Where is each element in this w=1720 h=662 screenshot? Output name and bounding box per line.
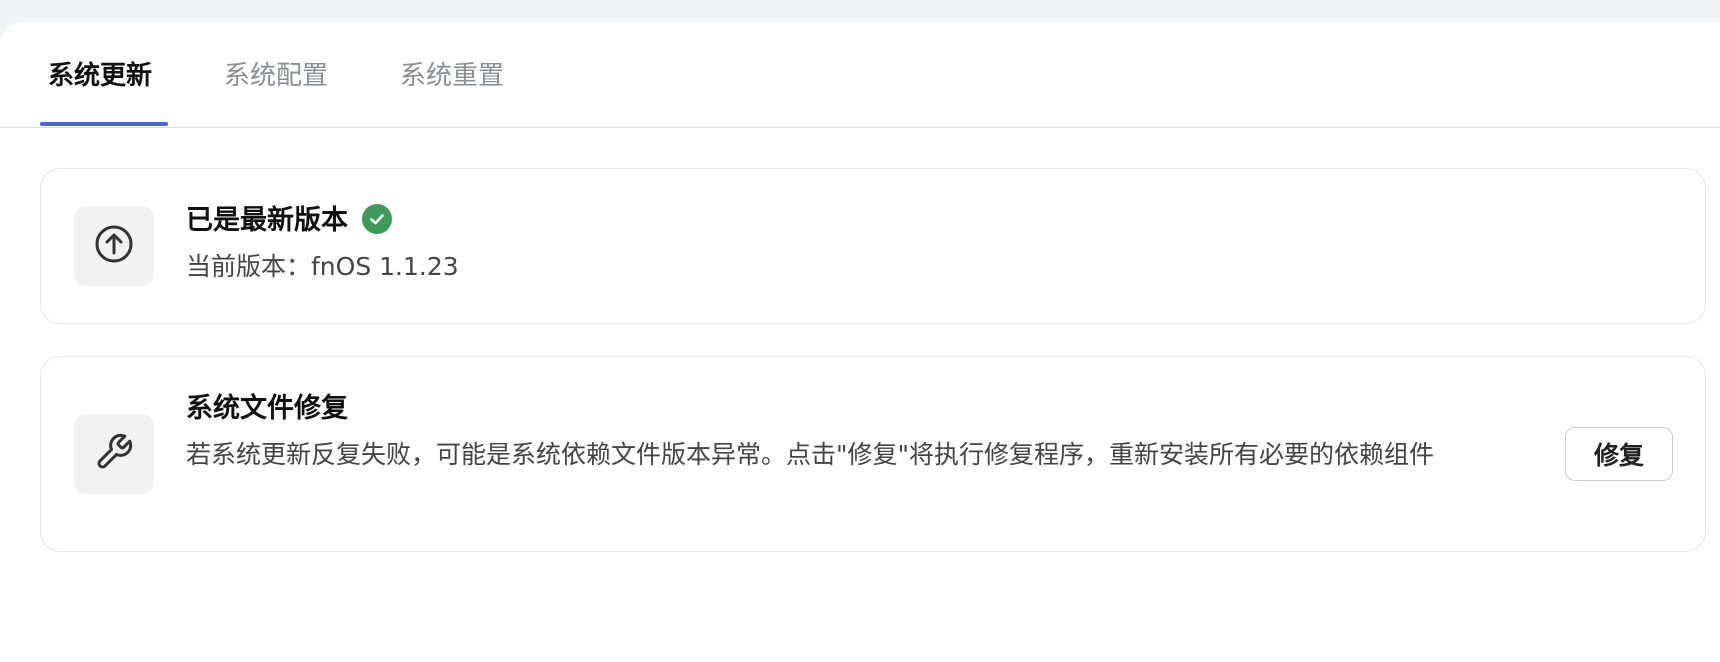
wrench-icon (94, 432, 134, 476)
tab-system-update[interactable]: 系统更新 (48, 58, 152, 94)
tab-system-config[interactable]: 系统配置 (224, 58, 328, 94)
update-icon-box (74, 206, 154, 286)
settings-panel: 系统更新 系统配置 系统重置 已是最新版本 当前版本：fnOS 1.1.23 系… (0, 22, 1720, 662)
repair-icon-box (74, 414, 154, 494)
update-status-title: 已是最新版本 (186, 203, 392, 239)
repair-title: 系统文件修复 (186, 393, 348, 424)
active-tab-indicator (40, 122, 168, 126)
current-version-text: 当前版本：fnOS 1.1.23 (186, 252, 459, 281)
repair-button[interactable]: 修复 (1565, 427, 1673, 481)
arrow-up-circle-icon (94, 224, 134, 268)
repair-description: 若系统更新反复失败，可能是系统依赖文件版本异常。点击"修复"将执行修复程序，重新… (186, 440, 1435, 469)
update-status-title-text: 已是最新版本 (186, 205, 348, 236)
system-repair-card: 系统文件修复 若系统更新反复失败，可能是系统依赖文件版本异常。点击"修复"将执行… (40, 356, 1706, 552)
update-status-card: 已是最新版本 当前版本：fnOS 1.1.23 (40, 168, 1706, 324)
tab-bar: 系统更新 系统配置 系统重置 (0, 22, 1720, 128)
tab-system-reset[interactable]: 系统重置 (400, 58, 504, 94)
check-circle-icon (362, 203, 392, 234)
